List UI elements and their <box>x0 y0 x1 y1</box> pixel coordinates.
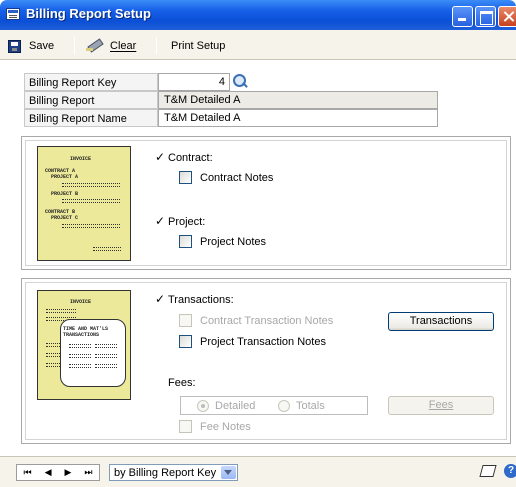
contract-transaction-notes-checkbox[interactable] <box>179 314 192 327</box>
invoice-contract-illustration: INVOICE CONTRACT A PROJECT A PROJECT B C… <box>37 146 131 261</box>
transactions-callout: TIME AND MAT'LS TRANSACTIONS <box>60 319 126 387</box>
billing-report-name-label: Billing Report Name <box>24 109 158 127</box>
maximize-button[interactable] <box>475 6 496 27</box>
fees-label: Fees: <box>168 377 196 389</box>
contract-transaction-notes-label: Contract Transaction Notes <box>200 315 334 327</box>
note-icon[interactable] <box>479 465 497 477</box>
close-button[interactable] <box>498 6 516 27</box>
billing-report-key-label: Billing Report Key <box>24 73 158 91</box>
save-button[interactable]: Save <box>8 38 54 54</box>
save-label: Save <box>29 40 55 52</box>
billing-report-key-row: Billing Report Key 4 <box>24 73 438 91</box>
sort-order-select[interactable]: by Billing Report Key <box>109 464 238 481</box>
contract-project-group: INVOICE CONTRACT A PROJECT A PROJECT B C… <box>21 136 511 270</box>
help-icon[interactable]: ? <box>504 464 516 478</box>
lookup-icon[interactable] <box>231 73 248 91</box>
billing-report-value: T&M Detailed A <box>158 91 438 109</box>
toolbar-separator <box>156 37 157 54</box>
print-setup-label: Print Setup <box>171 40 226 52</box>
record-navigator: ⏮ ◀ ▶ ⏭ <box>16 464 100 481</box>
callout-text: TIME AND MAT'LS TRANSACTIONS <box>63 326 109 338</box>
contract-label: Contract: <box>168 152 213 164</box>
print-setup-button[interactable]: Print Setup <box>171 38 225 54</box>
transactions-button[interactable]: Transactions <box>388 312 494 331</box>
project-transaction-notes-checkbox[interactable] <box>179 335 192 348</box>
detailed-radio[interactable] <box>197 400 209 412</box>
transactions-check-mark: ✓ <box>155 292 166 306</box>
clear-label: Clear <box>110 40 137 52</box>
contract-notes-checkbox[interactable] <box>179 171 192 184</box>
billing-report-name-input[interactable]: T&M Detailed A <box>158 109 438 127</box>
invoice-line: PROJECT C <box>45 215 79 221</box>
invoice-transactions-illustration: INVOICE TIME AND MAT'LS TRANSACTIONS <box>37 290 131 400</box>
save-icon <box>8 39 21 53</box>
billing-report-label: Billing Report <box>24 91 158 109</box>
project-transaction-notes-label: Project Transaction Notes <box>200 336 326 348</box>
transactions-label: Transactions: <box>168 294 234 306</box>
project-notes-checkbox[interactable] <box>179 235 192 248</box>
invoice-title: INVOICE <box>70 156 92 162</box>
first-record-icon[interactable]: ⏮ <box>23 467 31 478</box>
totals-label: Totals <box>296 400 325 412</box>
fee-notes-label: Fee Notes <box>200 421 251 433</box>
project-notes-label: Project Notes <box>200 236 267 248</box>
invoice-line: PROJECT A <box>45 174 79 180</box>
billing-report-row: Billing Report T&M Detailed A <box>24 91 438 109</box>
last-record-icon[interactable]: ⏭ <box>84 467 92 478</box>
invoice-title: INVOICE <box>70 299 92 305</box>
minimize-button[interactable] <box>452 6 473 27</box>
project-label: Project: <box>168 216 206 228</box>
project-check-mark: ✓ <box>155 214 166 228</box>
toolbar-separator <box>74 37 75 54</box>
transactions-fees-group: INVOICE TIME AND MAT'LS TRANSACTIONS ✓ T… <box>21 278 511 444</box>
billing-report-key-input[interactable]: 4 <box>158 73 230 91</box>
contract-notes-label: Contract Notes <box>200 172 274 184</box>
totals-radio[interactable] <box>278 400 290 412</box>
fee-notes-checkbox[interactable] <box>179 420 192 433</box>
previous-record-icon[interactable]: ◀ <box>45 467 52 478</box>
bottom-bar: ⏮ ◀ ▶ ⏭ by Billing Report Key ? <box>0 456 516 487</box>
window-title: Billing Report Setup <box>26 6 151 21</box>
next-record-icon[interactable]: ▶ <box>64 467 71 478</box>
billing-report-name-row: Billing Report Name T&M Detailed A <box>24 109 438 127</box>
chevron-down-icon[interactable] <box>221 466 236 479</box>
eraser-icon <box>85 40 102 52</box>
invoice-line: PROJECT B <box>45 191 79 197</box>
sort-order-value: by Billing Report Key <box>114 467 217 479</box>
toolbar: Save Clear Print Setup <box>0 30 516 60</box>
title-bar: Billing Report Setup <box>0 0 516 30</box>
clear-button[interactable]: Clear <box>85 38 136 54</box>
fees-radio-group: Detailed Totals <box>180 396 368 415</box>
detailed-label: Detailed <box>215 400 256 412</box>
fees-button[interactable]: Fees <box>388 396 494 415</box>
contract-check-mark: ✓ <box>155 150 166 164</box>
window-app-icon <box>6 8 20 20</box>
